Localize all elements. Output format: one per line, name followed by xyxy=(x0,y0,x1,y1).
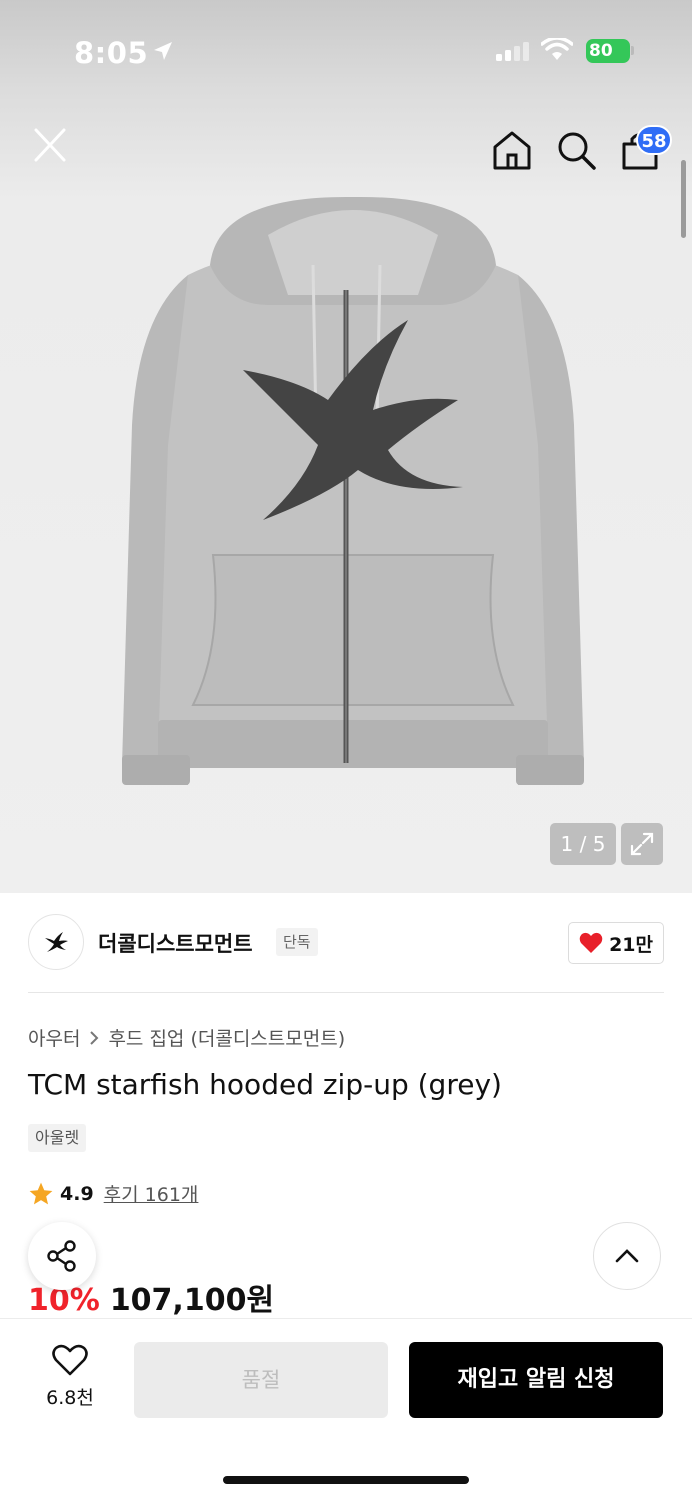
share-icon xyxy=(47,1240,76,1272)
soldout-button: 품절 xyxy=(134,1342,388,1418)
outlet-tag: 아울렛 xyxy=(28,1124,87,1152)
rating-value: 4.9 xyxy=(60,1182,94,1205)
sale-price: 107,100원 xyxy=(109,1283,275,1318)
breadcrumb-subcategory[interactable]: 후드 집업 (더콜디스트모먼트) xyxy=(108,1024,345,1051)
home-button[interactable] xyxy=(490,128,534,172)
breadcrumb-category[interactable]: 아우터 xyxy=(28,1024,80,1051)
divider xyxy=(28,992,664,993)
rating-row: 4.9 후기 161개 xyxy=(28,1180,198,1207)
review-count-link[interactable]: 후기 161개 xyxy=(104,1180,199,1207)
expand-image-button[interactable] xyxy=(621,823,663,865)
brand-logo[interactable] xyxy=(28,914,84,970)
cellular-signal-icon xyxy=(496,42,529,61)
restock-alert-button[interactable]: 재입고 알림 신청 xyxy=(409,1342,663,1418)
starfish-logo-icon xyxy=(45,932,68,952)
brand-name[interactable]: 더콜디스트모먼트 xyxy=(98,928,253,958)
expand-icon xyxy=(630,832,654,856)
wifi-icon xyxy=(541,38,573,60)
scroll-to-top-button[interactable] xyxy=(593,1222,661,1290)
product-hero: 8:05 80 58 1 / 5 xyxy=(0,0,692,893)
close-button[interactable] xyxy=(28,124,72,168)
product-image xyxy=(122,196,584,785)
scrollbar-thumb[interactable] xyxy=(681,160,686,238)
battery-tip xyxy=(631,46,634,55)
search-button[interactable] xyxy=(554,128,598,172)
chevron-right-icon xyxy=(90,1030,99,1045)
image-counter: 1 / 5 xyxy=(550,823,616,865)
cart-count-badge: 58 xyxy=(636,125,672,155)
close-icon xyxy=(34,128,66,162)
status-bar: 8:05 80 xyxy=(0,0,692,100)
brand-like-count: 21만 xyxy=(609,933,653,956)
home-icon xyxy=(493,131,531,170)
wishlist-count: 6.8천 xyxy=(46,1387,94,1409)
product-title: TCM starfish hooded zip-up (grey) xyxy=(28,1068,502,1101)
battery-percent: 80 xyxy=(589,41,613,61)
star-icon xyxy=(29,1182,53,1204)
heart-outline-icon xyxy=(52,1344,88,1376)
location-arrow-icon xyxy=(154,42,172,60)
brand-row: 더콜디스트모먼트 단독 21만 xyxy=(28,914,664,972)
wishlist-button[interactable]: 6.8천 xyxy=(30,1343,110,1413)
heart-filled-icon xyxy=(579,932,603,953)
breadcrumb: 아우터 후드 집업 (더콜디스트모먼트) xyxy=(28,1024,345,1051)
battery-level: 80 xyxy=(586,39,630,63)
chevron-up-icon xyxy=(615,1249,639,1263)
brand-like-button[interactable]: 21만 xyxy=(568,922,664,964)
home-indicator[interactable] xyxy=(223,1476,469,1484)
share-button[interactable] xyxy=(28,1222,96,1290)
search-icon xyxy=(558,132,596,170)
status-time: 8:05 xyxy=(74,36,149,70)
exclusive-badge: 단독 xyxy=(276,928,318,956)
bottom-action-bar: 6.8천 품절 재입고 알림 신청 xyxy=(0,1318,692,1501)
